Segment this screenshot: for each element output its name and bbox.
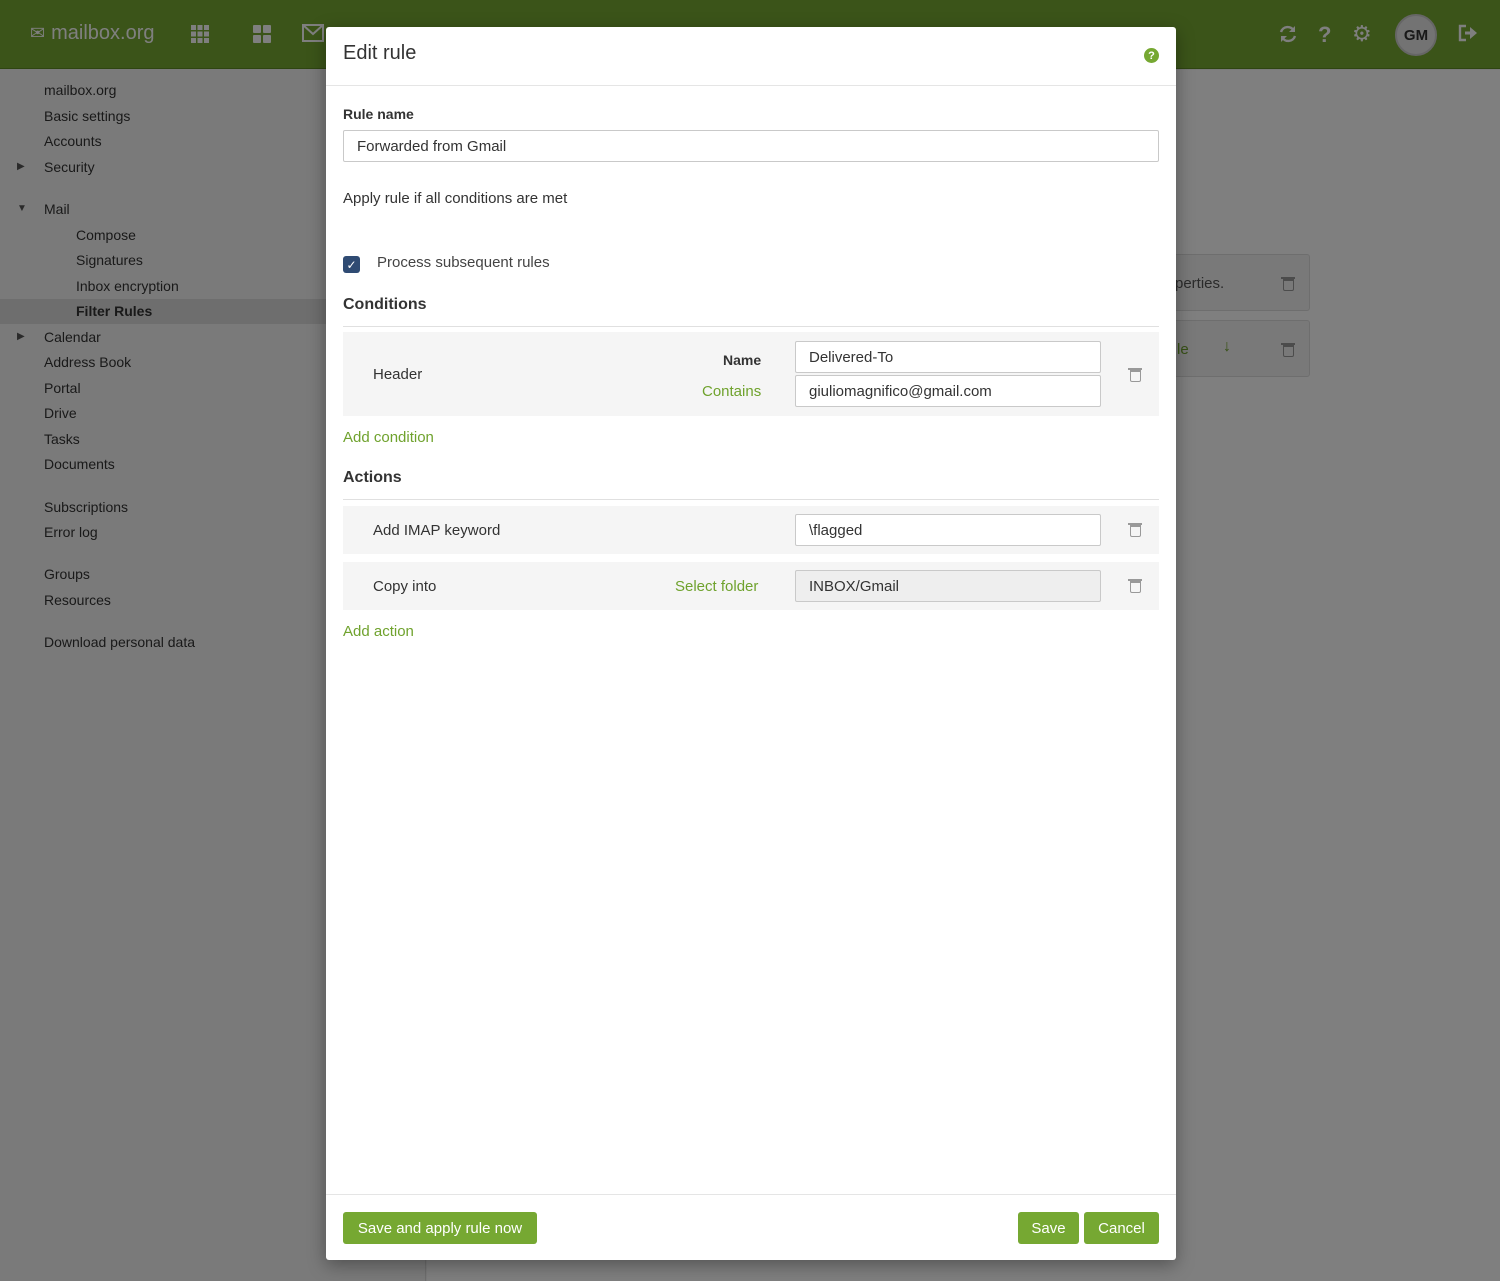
condition-name-label: Name — [723, 352, 762, 368]
action-row: Copy into Select folder INBOX/Gmail — [343, 562, 1159, 610]
condition-row: Header Name Contains Delivered-To giulio… — [343, 332, 1159, 416]
header-value-input[interactable]: giuliomagnifico@gmail.com — [795, 375, 1101, 407]
select-folder-link[interactable]: Select folder — [675, 578, 758, 595]
process-subsequent-label[interactable]: Process subsequent rules — [377, 254, 550, 271]
dialog-footer: Save and apply rule now Save Cancel — [326, 1194, 1176, 1260]
header-name-input[interactable]: Delivered-To — [795, 341, 1101, 373]
help-icon[interactable]: ? — [1144, 48, 1159, 63]
add-action-link[interactable]: Add action — [343, 623, 414, 640]
save-button[interactable]: Save — [1018, 1212, 1079, 1244]
rule-name-input[interactable]: Forwarded from Gmail — [343, 130, 1159, 162]
dialog-header: Edit rule ? — [326, 27, 1176, 86]
conditions-divider — [343, 326, 1159, 327]
action-label: Copy into — [373, 578, 437, 595]
conditions-heading: Conditions — [343, 296, 427, 313]
dialog-title: Edit rule — [343, 42, 417, 64]
trash-icon[interactable] — [1128, 523, 1142, 537]
edit-rule-dialog: Edit rule ? Rule name Forwarded from Gma… — [326, 27, 1176, 1260]
save-and-apply-button[interactable]: Save and apply rule now — [343, 1212, 537, 1244]
action-row: Add IMAP keyword \flagged — [343, 506, 1159, 554]
actions-divider — [343, 499, 1159, 500]
add-condition-link[interactable]: Add condition — [343, 429, 434, 446]
cancel-button[interactable]: Cancel — [1084, 1212, 1159, 1244]
action-label: Add IMAP keyword — [373, 522, 501, 539]
rule-name-label: Rule name — [343, 106, 414, 122]
trash-icon[interactable] — [1128, 368, 1142, 382]
actions-heading: Actions — [343, 469, 402, 486]
folder-input: INBOX/Gmail — [795, 570, 1101, 602]
imap-keyword-input[interactable]: \flagged — [795, 514, 1101, 546]
apply-rule-text: Apply rule if all conditions are met — [343, 190, 568, 207]
condition-operator-link[interactable]: Contains — [702, 383, 761, 400]
trash-icon[interactable] — [1128, 579, 1142, 593]
condition-type: Header — [373, 366, 423, 383]
process-subsequent-checkbox[interactable]: ✓ — [343, 256, 360, 273]
